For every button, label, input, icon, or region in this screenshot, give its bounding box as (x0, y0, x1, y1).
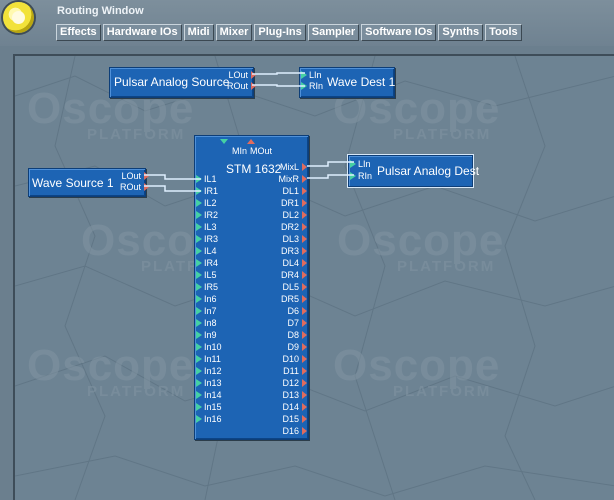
output-port[interactable]: LOut (210, 70, 256, 80)
app-orb-icon[interactable] (3, 2, 34, 33)
input-port[interactable]: In7 (196, 306, 217, 316)
module-name: Wave Source 1 (32, 176, 114, 190)
title-bar: Routing Window Effects Hardware IOs Midi Mi… (0, 0, 614, 46)
menu-plug-ins[interactable]: Plug-Ins (254, 24, 306, 41)
module-wave-source-1[interactable]: Wave Source 1 LOut ROut (28, 168, 149, 197)
output-port[interactable]: DR5 (255, 294, 307, 304)
input-port[interactable]: In16 (196, 414, 222, 424)
module-name: Wave Dest 1 (327, 75, 396, 89)
output-port[interactable]: D7 (255, 318, 307, 328)
midi-out-port[interactable]: MOut (250, 146, 272, 156)
output-port[interactable]: D14 (255, 402, 307, 412)
output-port[interactable]: DL5 (255, 282, 307, 292)
menu-bar: Effects Hardware IOs Midi Mixer Plug-Ins Samp… (56, 24, 522, 41)
input-port[interactable]: In11 (196, 354, 221, 364)
output-port[interactable]: DL2 (255, 210, 307, 220)
input-port[interactable]: LIn (350, 159, 371, 169)
midi-ports: MIn MOut (232, 146, 275, 156)
output-port[interactable]: D6 (255, 306, 307, 316)
input-port[interactable]: In6 (196, 294, 217, 304)
input-port[interactable]: IR1 (196, 186, 218, 196)
input-port[interactable]: RIn (350, 171, 372, 181)
menu-synths[interactable]: Synths (438, 24, 484, 41)
input-port[interactable]: LIn (301, 70, 322, 80)
input-port[interactable]: In10 (196, 342, 222, 352)
module-pulsar-analog-source[interactable]: Pulsar Analog Source LOut ROut (109, 67, 256, 98)
menu-tools[interactable]: Tools (485, 24, 522, 41)
output-port[interactable]: DR2 (255, 222, 307, 232)
input-port[interactable]: In12 (196, 366, 222, 376)
output-port[interactable]: LOut (103, 171, 149, 181)
input-port[interactable]: IR4 (196, 258, 218, 268)
input-port[interactable]: IL2 (196, 198, 217, 208)
output-port[interactable]: D9 (255, 342, 307, 352)
output-port[interactable]: DL3 (255, 234, 307, 244)
output-port[interactable]: D13 (255, 390, 307, 400)
input-port[interactable]: In15 (196, 402, 222, 412)
module-stm-1632[interactable]: STM 1632 MIn MOut IL1 IR1 IL2 IR2 IL3 IR3 IL4 IR4… (194, 135, 309, 440)
input-port[interactable]: IL1 (196, 174, 217, 184)
menu-mixer[interactable]: Mixer (215, 24, 253, 41)
input-port[interactable]: In9 (196, 330, 217, 340)
input-port[interactable]: RIn (301, 81, 323, 91)
module-name: Pulsar Analog Dest (377, 164, 480, 178)
output-port[interactable]: DR1 (255, 198, 307, 208)
output-port[interactable]: DL1 (255, 186, 307, 196)
canvas-texture (15, 56, 614, 500)
output-port[interactable]: D8 (255, 330, 307, 340)
menu-midi[interactable]: Midi (183, 24, 214, 41)
window-title: Routing Window (57, 5, 144, 17)
output-port[interactable]: D10 (255, 354, 307, 364)
input-port[interactable]: IR3 (196, 234, 218, 244)
input-port[interactable]: IL5 (196, 270, 217, 280)
routing-canvas[interactable]: Oscope PLATFORM Oscope PLATFORM Oscope PLAT… (13, 54, 614, 500)
input-port[interactable]: IR5 (196, 282, 218, 292)
input-port[interactable]: In14 (196, 390, 222, 400)
input-port[interactable]: In8 (196, 318, 217, 328)
output-port[interactable]: MixR (255, 174, 307, 184)
input-port[interactable]: IR2 (196, 210, 218, 220)
output-port[interactable]: D16 (255, 426, 307, 436)
output-port[interactable]: MixL (255, 162, 307, 172)
menu-hardware-ios[interactable]: Hardware IOs (102, 24, 182, 41)
menu-software-ios[interactable]: Software IOs (361, 24, 437, 41)
output-port[interactable]: DL4 (255, 258, 307, 268)
output-port[interactable]: D12 (255, 378, 307, 388)
output-port[interactable]: D15 (255, 414, 307, 424)
output-port[interactable]: ROut (210, 81, 256, 91)
module-wave-dest-1[interactable]: Wave Dest 1 LIn RIn (299, 67, 395, 98)
input-port[interactable]: IL4 (196, 246, 217, 256)
module-pulsar-analog-dest[interactable]: Pulsar Analog Dest LIn RIn (348, 155, 479, 187)
output-port[interactable]: D11 (255, 366, 307, 376)
menu-effects[interactable]: Effects (56, 24, 101, 41)
input-port[interactable]: IL3 (196, 222, 217, 232)
midi-in-port[interactable]: MIn (232, 146, 247, 156)
output-port[interactable]: DR4 (255, 270, 307, 280)
output-port[interactable]: ROut (103, 182, 149, 192)
output-port[interactable]: DR3 (255, 246, 307, 256)
menu-sampler[interactable]: Sampler (307, 24, 360, 41)
input-port[interactable]: In13 (196, 378, 222, 388)
